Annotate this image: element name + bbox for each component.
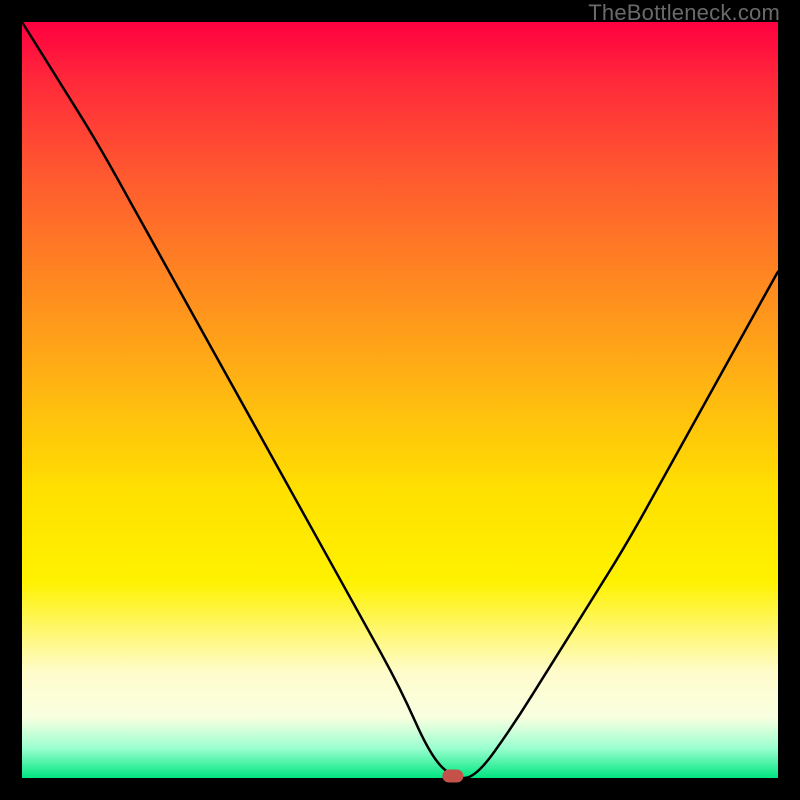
curve-svg — [22, 22, 778, 778]
minimum-marker — [443, 770, 463, 782]
plot-area — [22, 22, 778, 778]
chart-frame: TheBottleneck.com — [0, 0, 800, 800]
bottleneck-curve — [22, 22, 778, 778]
